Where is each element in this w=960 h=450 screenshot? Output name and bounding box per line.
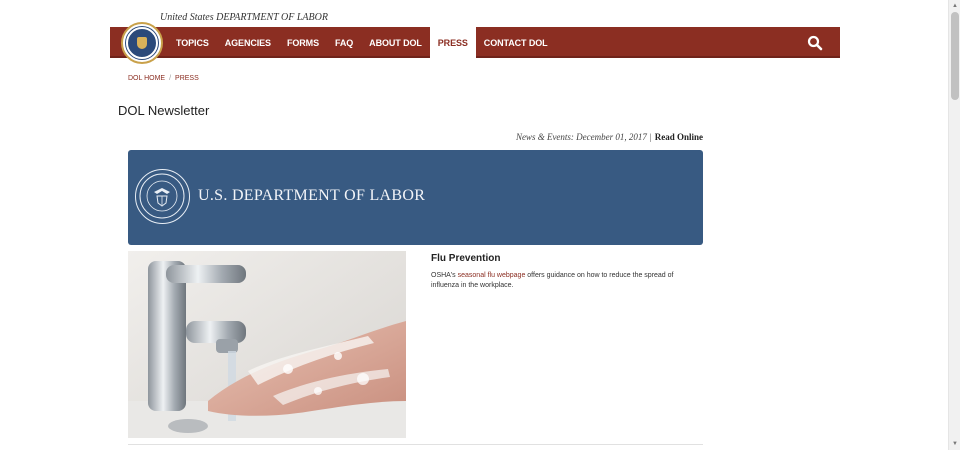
- seasonal-flu-link[interactable]: seasonal flu webpage: [458, 272, 526, 279]
- news-line: News & Events: December 01, 2017 | Read On…: [516, 132, 703, 142]
- page: United States DEPARTMENT OF LABOR TOPICS…: [0, 0, 960, 450]
- nav-menu: TOPICS AGENCIES FORMS FAQ ABOUT DOL PRES…: [168, 27, 556, 58]
- scroll-down-arrow-icon[interactable]: ▼: [951, 440, 959, 448]
- nav-item-topics[interactable]: TOPICS: [168, 27, 217, 58]
- page-title: DOL Newsletter: [118, 103, 210, 118]
- breadcrumb-separator: /: [169, 75, 172, 82]
- breadcrumb-home-link[interactable]: DOL HOME: [128, 75, 165, 82]
- nav-item-agencies[interactable]: AGENCIES: [217, 27, 279, 58]
- content-divider: [128, 444, 703, 445]
- nav-item-about-dol[interactable]: ABOUT DOL: [361, 27, 430, 58]
- scroll-up-arrow-icon[interactable]: ▲: [951, 2, 959, 10]
- breadcrumb-current[interactable]: PRESS: [175, 75, 199, 82]
- news-date: News & Events: December 01, 2017: [515, 132, 647, 142]
- nav-item-faq[interactable]: FAQ: [327, 27, 361, 58]
- dol-seal-icon[interactable]: [121, 22, 163, 64]
- search-icon[interactable]: [806, 34, 824, 52]
- nav-item-forms[interactable]: FORMS: [279, 27, 327, 58]
- agency-name: United States DEPARTMENT OF LABOR: [160, 12, 328, 23]
- seal-emblem: [126, 27, 158, 59]
- article-text-before: OSHA's: [431, 272, 458, 279]
- news-separator: |: [649, 132, 652, 142]
- newsletter-banner: U.S. DEPARTMENT OF LABOR: [128, 150, 703, 245]
- banner-title: U.S. DEPARTMENT OF LABOR: [198, 187, 426, 204]
- nav-item-contact-dol[interactable]: CONTACT DOL: [476, 27, 556, 58]
- breadcrumb: DOL HOME / PRESS: [128, 75, 199, 82]
- vertical-scrollbar[interactable]: ▲ ▼: [948, 0, 960, 450]
- dol-seal-outline-icon: [135, 169, 190, 224]
- article-title: Flu Prevention: [431, 253, 501, 264]
- handwashing-photo[interactable]: [128, 251, 406, 438]
- article-body: OSHA's seasonal flu webpage offers guida…: [431, 271, 701, 291]
- read-online-link[interactable]: Read Online: [655, 132, 703, 142]
- scroll-thumb[interactable]: [951, 12, 959, 100]
- nav-item-press[interactable]: PRESS: [429, 27, 476, 58]
